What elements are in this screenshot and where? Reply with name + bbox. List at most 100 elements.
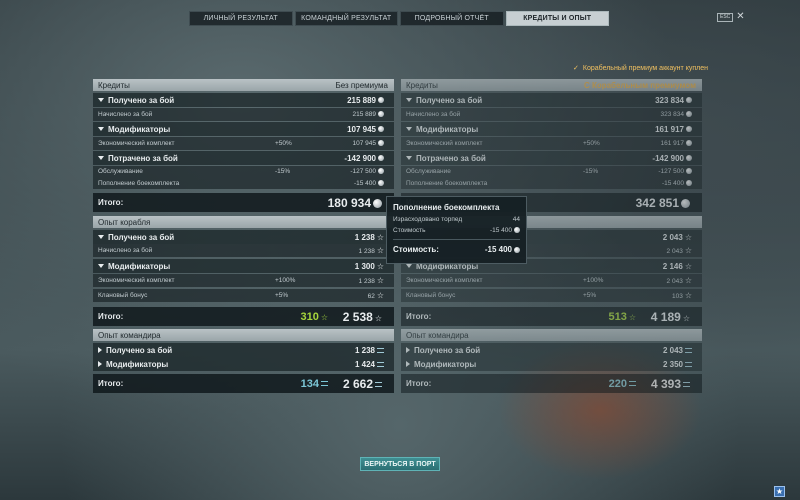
cmd-earned-row[interactable]: Получено за бой 1 238: [93, 343, 394, 357]
tab-detailed-report[interactable]: ПОДРОБНЫЙ ОТЧЁТ: [400, 11, 504, 26]
collapse-icon: [98, 264, 104, 269]
credits-header: Кредиты Без премиума: [93, 79, 394, 91]
spent-label: Потрачено за бой: [108, 153, 178, 163]
xp-star-icon: ☆: [376, 291, 384, 300]
star-badge-icon[interactable]: ★: [774, 486, 785, 497]
service-value: -127 500: [350, 168, 376, 175]
ship-accrued-label: Начислено за бой: [98, 247, 153, 254]
earned-credits-row[interactable]: Получено за бой 323 834: [401, 93, 702, 107]
ammo-label: Пополнение боекомплекта: [98, 179, 180, 187]
xp-star-icon: ☆: [684, 246, 692, 255]
torpedo-value: 44: [512, 216, 520, 223]
ship-earned-row[interactable]: Получено за бой 1 238 ☆: [93, 230, 394, 244]
commander-xp-icon: [377, 361, 384, 367]
ammo-row: Пополнение боекомплекта -15 400: [401, 177, 702, 189]
check-icon: ✓: [573, 65, 579, 72]
econ-kit-value: 107 945: [352, 140, 377, 147]
econ-kit-label: Экономический комплект: [98, 140, 175, 147]
modifiers-label: Модификаторы: [416, 124, 479, 134]
credits-icon: [378, 140, 384, 147]
cmd-modifiers-row[interactable]: Модификаторы 1 424: [93, 357, 394, 371]
ship-earned-value: 2 043: [662, 232, 683, 242]
ship-xp-total-value: 2 538: [342, 309, 373, 324]
cmd-modifiers-value: 2 350: [662, 359, 683, 369]
ship-earned-value: 1 238: [354, 232, 375, 242]
xp-star-icon: ☆: [684, 276, 692, 285]
cmd-earned-label: Получено за бой: [106, 345, 173, 355]
econ-kit-value: 161 917: [660, 140, 685, 147]
cmd-modifiers-label: Модификаторы: [106, 359, 169, 369]
cmd-modifiers-label: Модификаторы: [414, 359, 477, 369]
spent-row[interactable]: Потрачено за бой -142 900: [93, 151, 394, 165]
ship-xp-header-label: Опыт корабля: [98, 217, 151, 227]
collapse-icon: [406, 156, 412, 161]
commander-xp-header: Опыт командира: [401, 329, 702, 341]
return-to-port-button[interactable]: ВЕРНУТЬСЯ В ПОРТ: [360, 457, 440, 471]
clan-bonus-row: Клановый бонус +5% 103 ☆: [401, 289, 702, 302]
collapse-icon: [98, 98, 104, 103]
accrued-value: 215 889: [352, 111, 377, 118]
credits-icon: [686, 126, 692, 133]
service-row: Обслуживание -15% -127 500: [93, 166, 394, 177]
commander-total-value: 2 662: [342, 376, 373, 391]
cmd-modifiers-row[interactable]: Модификаторы 2 350: [401, 357, 702, 371]
xp-star-icon: ☆: [374, 313, 382, 323]
cmd-earned-value: 1 238: [354, 345, 375, 355]
credits-total-row: Итого: 180 934: [93, 193, 394, 212]
ship-modifiers-value: 2 146: [662, 261, 683, 271]
modifiers-value: 161 917: [655, 124, 684, 134]
ship-modifiers-row[interactable]: Модификаторы 1 300 ☆: [93, 259, 394, 273]
commander-total-row: Итого: 220 4 393: [401, 374, 702, 393]
credits-icon: [378, 97, 384, 104]
credits-icon: [686, 111, 692, 118]
close-control[interactable]: ESC ✕: [717, 12, 745, 22]
clan-bonus-pct: +5%: [275, 292, 289, 299]
commander-xp-icon: [375, 381, 382, 387]
earned-label: Получено за бой: [416, 95, 483, 105]
econ-kit-row: Экономический комплект +50% 107 945: [93, 137, 394, 150]
ship-earned-label: Получено за бой: [108, 232, 175, 242]
service-label: Обслуживание: [98, 168, 143, 175]
commander-xp-icon: [685, 347, 692, 353]
close-icon[interactable]: ✕: [736, 12, 744, 22]
ship-accrued-row: Начислено за бой 1 238 ☆: [93, 244, 394, 257]
econ-kit-label: Экономический комплект: [406, 140, 483, 147]
free-xp-star-icon: ☆: [320, 312, 328, 322]
tooltip-divider: [393, 239, 520, 240]
accrued-row: Начислено за бой 215 889: [93, 108, 394, 121]
ship-modifiers-label: Модификаторы: [108, 261, 171, 271]
ship-modifiers-value: 1 300: [354, 261, 375, 271]
ammo-value: -15 400: [353, 179, 376, 187]
ammo-value: -15 400: [661, 179, 684, 187]
tab-credits-and-xp[interactable]: КРЕДИТЫ И ОПЫТ: [505, 11, 609, 26]
cost-value: -15 400: [489, 227, 512, 234]
expand-icon: [98, 347, 102, 354]
modifiers-row[interactable]: Модификаторы 107 945: [93, 122, 394, 136]
credits-header: Кредиты С Корабельным премиумом: [401, 79, 702, 91]
ammo-tooltip: Пополнение боекомплекта Израсходовано то…: [386, 196, 527, 264]
service-pct: -15%: [275, 168, 291, 175]
commander-xp-icon: [685, 361, 692, 367]
xp-star-icon: ☆: [376, 276, 384, 285]
tab-personal-result[interactable]: ЛИЧНЫЙ РЕЗУЛЬТАТ: [189, 11, 293, 26]
service-label: Обслуживание: [406, 168, 451, 175]
commander-xp-header-label: Опыт командира: [406, 330, 469, 340]
spent-value: -142 900: [652, 153, 684, 163]
cmd-earned-row[interactable]: Получено за бой 2 043: [401, 343, 702, 357]
tooltip-title: Пополнение боекомплекта: [393, 203, 500, 212]
ammo-row[interactable]: Пополнение боекомплекта -15 400: [93, 177, 394, 189]
ship-xp-total-row: Итого: 310 ☆ 2 538 ☆: [93, 307, 394, 326]
cmd-earned-value: 2 043: [662, 345, 683, 355]
earned-credits-row[interactable]: Получено за бой 215 889: [93, 93, 394, 107]
earned-value: 323 834: [655, 95, 684, 105]
expand-icon: [98, 361, 102, 368]
free-xp-value: 310: [300, 310, 319, 323]
spent-row[interactable]: Потрачено за бой -142 900: [401, 151, 702, 165]
elite-xp-icon: [629, 381, 636, 387]
tab-team-result[interactable]: КОМАНДНЫЙ РЕЗУЛЬТАТ: [294, 11, 398, 26]
ship-econ-value: 1 238: [358, 278, 375, 285]
xp-star-icon: ☆: [376, 261, 384, 271]
modifiers-row[interactable]: Модификаторы 161 917: [401, 122, 702, 136]
econ-kit-pct: +50%: [275, 140, 292, 147]
clan-bonus-value: 103: [671, 293, 683, 300]
